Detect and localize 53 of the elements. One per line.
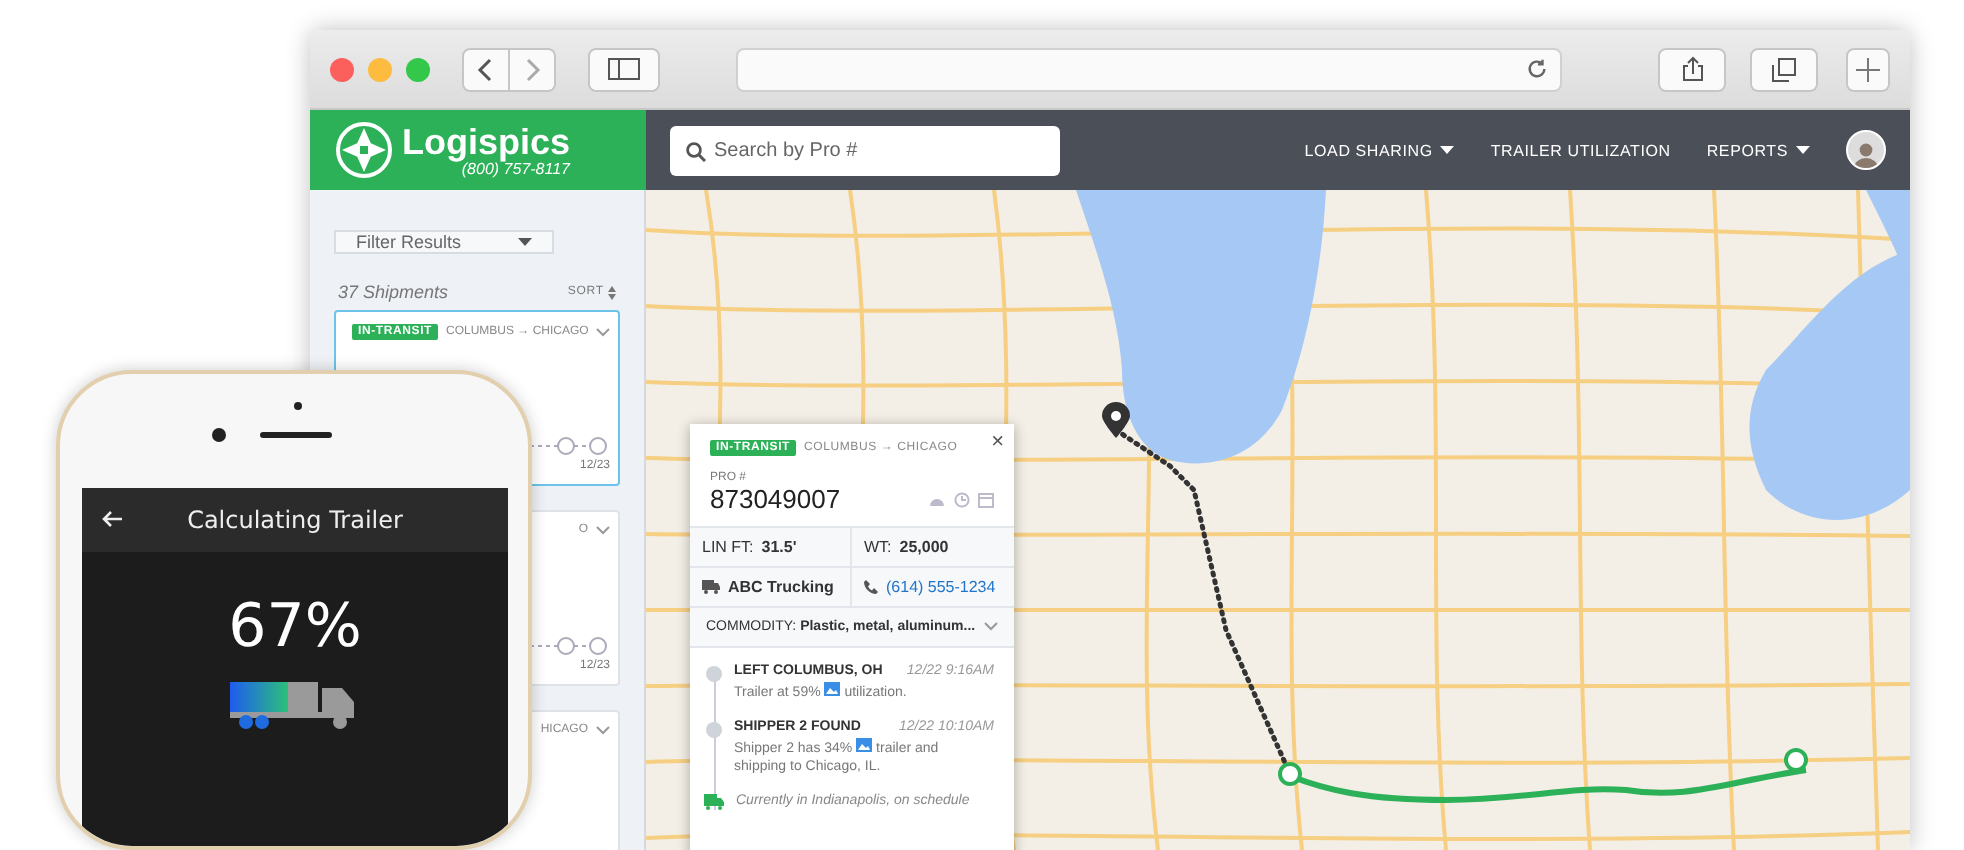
pro-number: 873049007 — [710, 484, 841, 514]
caret-icon — [518, 237, 532, 247]
chevron-icon[interactable] — [596, 725, 610, 735]
phone-link[interactable]: (614) 555-1234 — [886, 578, 996, 596]
reload-icon[interactable] — [1526, 58, 1548, 80]
close-button[interactable]: × — [991, 432, 1004, 454]
sensor-icon — [294, 402, 302, 410]
window-control-icon[interactable] — [406, 57, 430, 81]
logo-text: Logispics — [402, 123, 571, 159]
sort-icon — [608, 285, 616, 299]
image-icon[interactable] — [824, 682, 841, 696]
image-icon[interactable] — [856, 738, 873, 753]
length-text: LIN FT: 31.5' — [690, 528, 852, 568]
chevron-icon[interactable] — [596, 327, 610, 337]
plus-icon — [1856, 57, 1880, 81]
search-field[interactable]: Search by Pro # — [670, 125, 1060, 175]
back-arrow-icon[interactable] — [102, 510, 124, 528]
truck-icon — [702, 580, 720, 594]
timeline-dot — [706, 722, 722, 739]
shipment-count: 37 Shipments — [338, 282, 449, 302]
search-icon — [686, 141, 706, 161]
carrier-name: ABC Trucking — [728, 578, 834, 596]
calendar-icon[interactable] — [978, 491, 994, 507]
caret-icon — [1440, 145, 1455, 155]
caret-icon — [1796, 145, 1810, 155]
logo-icon — [334, 120, 394, 180]
nav-link[interactable]: LOAD SHARING — [1304, 141, 1455, 159]
window-control-icon[interactable] — [330, 57, 354, 81]
share-icon — [1681, 56, 1703, 82]
clock-icon[interactable] — [954, 491, 970, 507]
chevron-icon[interactable] — [596, 525, 610, 535]
tabs-icon — [1772, 57, 1796, 81]
filter-dropdown[interactable]: Filter Results — [334, 230, 554, 254]
screen-title: Calculating Trailer — [187, 506, 403, 534]
nav-link[interactable]: REPORTS — [1706, 141, 1810, 159]
nav-link[interactable]: TRAILER UTILIZATION — [1490, 141, 1671, 159]
percentage-text: 67% — [228, 592, 362, 662]
phone-number: (800) 757-8117 — [461, 161, 571, 177]
camera-icon — [212, 428, 226, 442]
tabs-button[interactable] — [1750, 47, 1818, 91]
weight-text: WT: 25,000 — [852, 528, 1014, 568]
back-button[interactable] — [462, 47, 510, 91]
speaker-icon — [260, 432, 332, 438]
phone-icon — [864, 580, 878, 594]
new-tab-button[interactable] — [1846, 47, 1890, 91]
avatar-icon[interactable] — [1846, 130, 1886, 170]
location-pin-icon — [1102, 402, 1130, 438]
chevron-icon — [984, 622, 998, 632]
sidebar-toggle-button[interactable] — [588, 47, 660, 91]
sidebar-icon — [608, 58, 640, 80]
timeline-dot — [706, 666, 722, 682]
share-button[interactable] — [1658, 47, 1726, 91]
truck-icon — [704, 794, 724, 811]
